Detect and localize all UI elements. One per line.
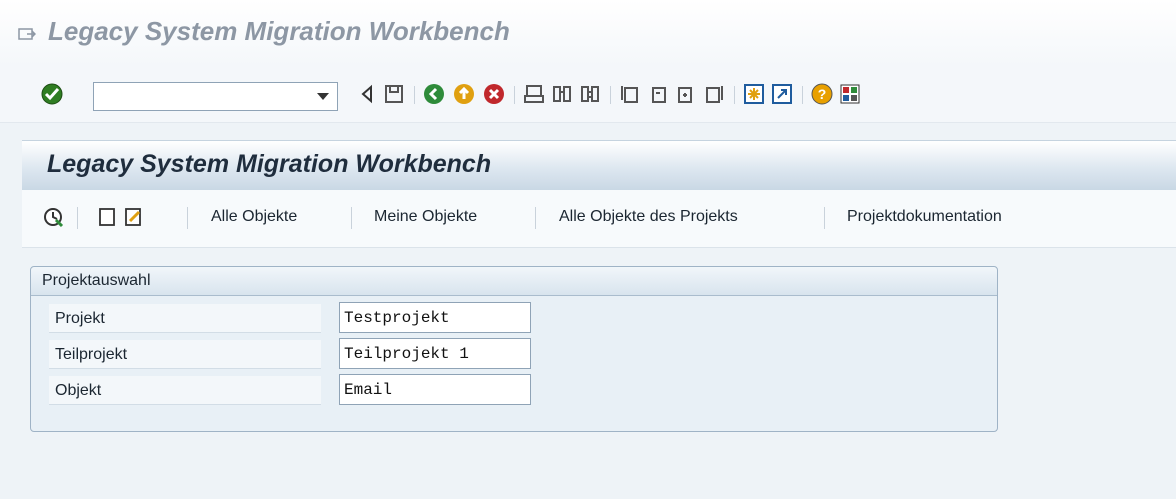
object-row: Objekt	[49, 374, 989, 406]
all-objects-button[interactable]: Alle Objekte	[211, 208, 297, 226]
back-green-icon[interactable]	[422, 82, 446, 106]
execute-icon[interactable]	[42, 206, 64, 228]
find-next-icon[interactable]	[578, 82, 602, 106]
page-title: Legacy System Migration Workbench	[47, 150, 492, 178]
all-project-objects-button[interactable]: Alle Objekte des Projekts	[559, 208, 738, 226]
object-field[interactable]	[344, 376, 528, 403]
project-row: Projekt	[49, 302, 989, 334]
window-title: Legacy System Migration Workbench	[48, 16, 510, 46]
find-icon[interactable]	[550, 82, 574, 106]
menu-icon[interactable]	[18, 27, 37, 41]
title-bar: Legacy System Migration Workbench	[0, 0, 1176, 66]
save-icon[interactable]	[382, 82, 406, 106]
project-documentation-button[interactable]: Projektdokumentation	[847, 208, 1002, 226]
project-label: Projekt	[55, 310, 105, 327]
create-session-icon[interactable]	[742, 82, 766, 106]
subproject-label: Teilprojekt	[55, 346, 128, 363]
cancel-icon[interactable]	[482, 82, 506, 106]
last-page-icon[interactable]	[702, 82, 726, 106]
change-icon[interactable]	[122, 206, 144, 228]
object-label: Objekt	[55, 382, 102, 399]
project-selection-group: Projektauswahl Projekt Teilprojekt Objek…	[30, 266, 998, 432]
previous-page-icon[interactable]	[646, 82, 670, 106]
help-icon[interactable]: ?	[810, 82, 834, 106]
group-label: Projektauswahl	[42, 272, 151, 289]
toolbar-icons: ?	[0, 66, 1176, 122]
application-toolbar: Alle Objekte Meine Objekte Alle Objekte …	[22, 190, 1176, 248]
exit-icon[interactable]	[452, 82, 476, 106]
customize-layout-icon[interactable]	[838, 82, 862, 106]
next-page-icon[interactable]	[674, 82, 698, 106]
application-header: Legacy System Migration Workbench	[22, 140, 1176, 191]
my-objects-button[interactable]: Meine Objekte	[374, 208, 477, 226]
back-icon[interactable]	[356, 82, 380, 106]
group-header: Projektauswahl	[31, 267, 997, 296]
subproject-row: Teilprojekt	[49, 338, 989, 370]
print-icon[interactable]	[522, 82, 546, 106]
subproject-field[interactable]	[344, 340, 528, 367]
first-page-icon[interactable]	[618, 82, 642, 106]
create-icon[interactable]	[96, 206, 118, 228]
shortcut-icon[interactable]	[770, 82, 794, 106]
svg-text:?: ?	[818, 86, 827, 102]
project-field[interactable]	[344, 304, 528, 331]
